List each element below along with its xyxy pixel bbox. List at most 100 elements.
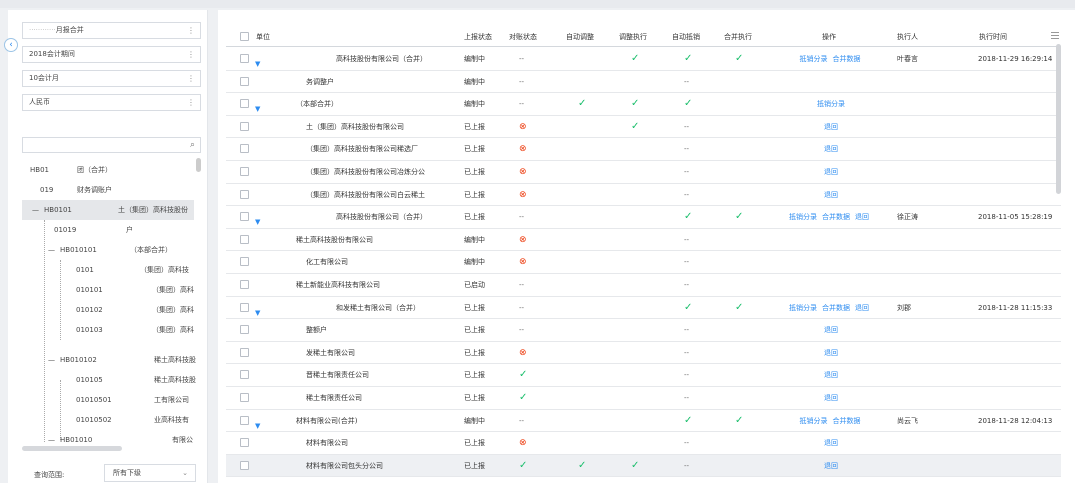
table-row[interactable]: ▼ （本部合并） 编制中 -- ✓ ✓ ✓ 抵销分录 [226,93,1061,116]
table-row[interactable]: 发稀土有限公司 已上报 ⊗ -- 退回 [226,342,1061,365]
op-link[interactable]: 抵销分录 [800,48,828,70]
rec: -- [519,77,525,86]
row-checkbox[interactable] [240,189,249,199]
tree-node[interactable]: — HB01010 有限公 [22,430,194,445]
col-auto-adjust: 自动调整 [566,33,594,41]
op-link[interactable]: 退回 [824,364,838,386]
row-checkbox[interactable] [240,370,249,380]
search-icon[interactable]: ⌕ [190,138,195,152]
op-link[interactable]: 退回 [824,455,838,477]
row-checkbox[interactable] [240,234,249,244]
row-checkbox[interactable] [240,325,249,335]
adjust-exec-check-icon: ✓ [631,459,640,471]
row-checkbox[interactable] [240,347,249,357]
op-link[interactable]: 退回 [855,297,869,319]
op-link[interactable]: 合并数据 [822,206,850,228]
rec: -- [519,416,525,425]
auto-offset-check-icon: ✓ [684,98,693,110]
table-row[interactable]: 土（集团）高科技股份有限公司 已上报 ⊗ ✓ -- 退回 [226,116,1061,139]
table-row[interactable]: （集团）高科技股份有限公司稀选厂 已上报 ⊗ -- 退回 [226,138,1061,161]
table-row[interactable]: ▼ 高科技股份有限公司（合并） 已上报 -- ✓ ✓ 抵销分录 合并数据 退回 徐正涛 2018-1… [226,206,1061,229]
table-scrollbar[interactable] [1056,44,1061,194]
executor: 刘郡 [897,303,911,312]
table-row[interactable]: 化工有限公司 编制中 ⊗ -- [226,251,1061,274]
tree-node[interactable]: 010102 （集团）高科 [22,300,194,320]
auto-offset: -- [684,461,690,470]
op-link[interactable]: 退回 [824,387,838,409]
row-checkbox[interactable] [240,302,249,312]
op-link[interactable]: 退回 [824,116,838,138]
op-link[interactable]: 退回 [824,342,838,364]
table-row[interactable]: （集团）高科技股份有限公司冶炼分公 已上报 ⊗ -- 退回 [226,161,1061,184]
row-checkbox[interactable] [240,121,249,131]
table-row[interactable]: 材料有限公司包头分公司 已上报 ✓ ✓ ✓ -- 退回 [226,454,1061,478]
tree-node[interactable]: — HB010101 （本部合并） [22,240,194,260]
tree-node[interactable]: 01010501 工有限公司 [22,390,194,410]
row-checkbox[interactable] [240,460,249,470]
query-range-select[interactable]: 所有下级 ⌄ [104,464,196,482]
report-type-select[interactable]: ············月报合并 ⋮ [22,22,201,39]
op-link[interactable]: 抵销分录 [789,206,817,228]
report-status: 已上报 [464,168,485,176]
tree-node[interactable]: HB01 团（合并） [22,160,194,180]
report-status: 已上报 [464,145,485,154]
op-link[interactable]: 退回 [824,432,838,454]
row-checkbox[interactable] [240,415,249,425]
op-link[interactable]: 退回 [824,184,838,206]
tree-search-input[interactable]: ⌕ [22,137,201,153]
op-link[interactable]: 合并数据 [833,410,861,432]
report-status: 已启动 [464,281,485,289]
table-row[interactable]: （集团）高科技股份有限公司白云稀土 已上报 ⊗ -- 退回 [226,184,1061,207]
report-status: 编制中 [464,235,485,244]
tree-node[interactable]: 010105 稀土高科技股 [22,370,196,390]
chevron-left-icon[interactable]: ‹ [4,38,18,52]
select-all-checkbox[interactable] [240,32,249,41]
op-link[interactable]: 抵销分录 [789,297,817,319]
rec-error-icon: ⊗ [519,347,527,358]
month-select[interactable]: 10会计月 ⋮ [22,70,201,87]
op-link[interactable]: 退回 [824,319,838,341]
table-row[interactable]: ▼ 和发稀土有限公司（合并） 已上报 -- ✓ ✓ 抵销分录 合并数据 退回 刘郡 2018-11-… [226,297,1061,320]
menu-icon[interactable] [1051,32,1059,39]
report-status: 已上报 [464,461,485,470]
table-row[interactable]: 整额户 已上报 -- -- 退回 [226,319,1061,342]
op-link[interactable]: 抵销分录 [800,410,828,432]
row-checkbox[interactable] [240,54,249,63]
row-checkbox[interactable] [240,99,249,109]
row-checkbox[interactable] [240,212,249,222]
row-checkbox[interactable] [240,280,249,289]
table-row[interactable]: 晋稀土有限责任公司 已上报 ✓ -- 退回 [226,364,1061,387]
tree-horizontal-scrollbar[interactable] [22,446,122,451]
tree-node[interactable]: 010103 （集团）高科 [22,320,194,340]
tree-node-selected[interactable]: — HB0101 土（集团）高科技股份 [22,200,194,220]
table-row[interactable]: 材料有限公司 已上报 ⊗ -- 退回 [226,432,1061,455]
tree-node[interactable]: 01010502 业高科技有 [22,410,194,430]
row-checkbox[interactable] [240,167,249,176]
tree-node[interactable]: 010101 （集团）高科 [22,280,194,300]
table-row[interactable]: 稀土有限责任公司 已上报 ✓ -- 退回 [226,387,1061,410]
currency-select[interactable]: 人民币 ⋮ [22,94,201,111]
table-row[interactable]: ▼ 材料有限公司(合并) 编制中 -- ✓ ✓ 抵销分录 合并数据 尚云飞 2018-11-28 … [226,410,1061,433]
table-row[interactable]: ▼ 高科技股份有限公司（合并） 编制中 -- ✓ ✓ ✓ 抵销分录 合并数据 叶春言 2018-11… [226,48,1061,71]
row-checkbox[interactable] [240,257,249,267]
op-link[interactable]: 抵销分录 [817,93,845,115]
table-row[interactable]: 务调整户 编制中 -- -- [226,71,1061,94]
tree-node[interactable]: — HB010102 稀土高科技股 [22,350,196,370]
table-row[interactable]: 稀土高科技股份有限公司 编制中 ⊗ -- [226,229,1061,252]
op-link[interactable]: 退回 [855,206,869,228]
op-link[interactable]: 退回 [824,138,838,160]
period-select[interactable]: 2018会计期间 ⋮ [22,46,201,63]
row-checkbox[interactable] [240,438,249,448]
tree-node[interactable]: 019 财务调账户 [22,180,194,200]
tree-node[interactable]: 01019 户 [22,220,194,240]
executor: 叶春言 [897,55,918,63]
op-link[interactable]: 退回 [824,161,838,183]
row-checkbox[interactable] [240,76,249,86]
tree-node[interactable]: 0101 （集团）高科技 [22,260,194,280]
auto-offset: -- [684,122,690,131]
row-checkbox[interactable] [240,393,249,402]
row-checkbox[interactable] [240,144,249,154]
table-row[interactable]: 稀土新能业高科技有限公司 已启动 -- -- [226,274,1061,297]
op-link[interactable]: 合并数据 [833,48,861,70]
op-link[interactable]: 合并数据 [822,297,850,319]
